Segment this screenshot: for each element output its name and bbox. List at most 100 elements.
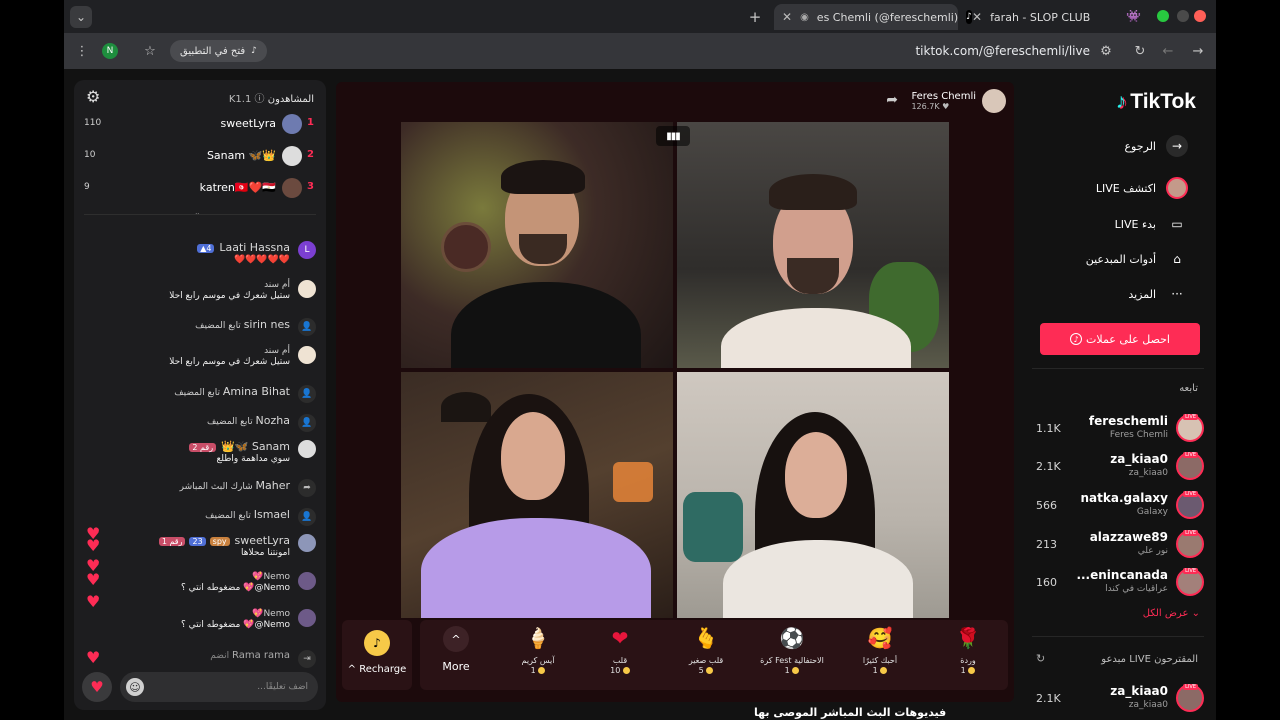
tab-slop-club[interactable]: ✕ farah - SLOP CLUB	[964, 4, 1114, 30]
suggested-account[interactable]: 2.1K za_kiaa0 za_kiaa0 LIVE	[1032, 682, 1204, 716]
like-button[interactable]: ♥	[82, 672, 112, 702]
window-close-button[interactable]	[1194, 10, 1206, 22]
gift-name: كرة Fest الاحتفالية	[760, 656, 824, 665]
settings-gear-icon[interactable]: ⚙	[86, 87, 100, 106]
ranking-row[interactable]: 9 katren🇹🇳❤️🇪🇬 3	[74, 176, 326, 200]
video-tile[interactable]	[677, 372, 949, 618]
following-account[interactable]: 1.1K fereschemli Feres Chemli LIVE	[1032, 412, 1204, 446]
gift-item[interactable]: 🥰 أحبك كثيرًا 1	[848, 624, 912, 686]
coin-icon: ♪	[364, 630, 390, 656]
chat-text: ستيل شعرك في موسم رابع احلا	[169, 357, 290, 367]
user-follow-icon: 👤	[298, 414, 316, 432]
tab-feres-chemli[interactable]: ✕ ◉ es Chemli (@fereschemli) ♪	[774, 4, 972, 30]
gift-price: 10	[610, 666, 621, 675]
video-tile[interactable]	[401, 372, 673, 618]
window-minimize-button[interactable]	[1177, 10, 1189, 22]
nav-more[interactable]: ··· المزيد	[1128, 282, 1188, 306]
get-coins-button[interactable]: ♪ احصل على عملات	[1040, 323, 1200, 355]
tab-search-button[interactable]: ⌄	[70, 6, 92, 28]
open-in-app-label: فتح في التطبيق	[180, 45, 246, 57]
chat-username[interactable]: Sanam 🦋👑	[221, 440, 290, 453]
chat-username[interactable]: Rama rama	[232, 650, 290, 661]
chat-username[interactable]: Laati Hassna	[219, 241, 290, 254]
site-settings-icon[interactable]: ⚙	[1096, 41, 1116, 61]
window-maximize-button[interactable]	[1157, 10, 1169, 22]
expand-chevron-icon[interactable]: ⌄	[194, 208, 201, 217]
nav-start-live[interactable]: ▭ بدء LIVE	[1115, 212, 1188, 236]
chat-message: L Laati Hassna 4▲ ❤️❤️❤️❤️❤️	[78, 241, 316, 265]
tab-bar: ⌄ + ✕ ◉ es Chemli (@fereschemli) ♪ ✕ far…	[64, 0, 1216, 33]
avatar	[298, 440, 316, 458]
ranking-row[interactable]: 110 sweetLyra 1	[74, 112, 326, 136]
tiktok-logo[interactable]: ♪ TikTok	[1116, 90, 1196, 114]
chat-username[interactable]: Maher	[256, 479, 291, 492]
coin-icon	[622, 667, 630, 674]
chat-username[interactable]: Ismael	[254, 508, 290, 521]
video-grid[interactable]	[401, 122, 949, 618]
ranking-row[interactable]: 10 Sanam 🦋👑 2	[74, 144, 326, 168]
chat-username[interactable]: sirin nes	[244, 318, 290, 331]
bookmark-star-icon[interactable]: ☆	[140, 41, 160, 61]
gift-name: وردة	[960, 656, 976, 665]
nav-back[interactable]: → الرجوع	[1124, 134, 1188, 158]
more-gifts-button[interactable]: ^ More	[424, 624, 488, 686]
gift-item[interactable]: 🌹 وردة 1	[936, 624, 1000, 686]
share-icon[interactable]: ➦	[886, 92, 898, 108]
chat-username[interactable]: أم سند	[78, 346, 290, 356]
nav-creator-tools[interactable]: ⌂ أدوات المبدعين	[1086, 247, 1188, 271]
chat-username[interactable]: Nozha	[256, 414, 290, 427]
nav-label: المزيد	[1128, 287, 1156, 301]
info-icon: ⓘ	[254, 94, 265, 105]
nav-label: الرجوع	[1124, 139, 1156, 153]
chat-username[interactable]: sweetLyra	[235, 534, 290, 547]
chat-username[interactable]: Nemo💖	[78, 572, 290, 582]
coin-icon	[968, 667, 976, 674]
following-account[interactable]: 2.1K za_kiaa0 za_kiaa0 LIVE	[1032, 450, 1204, 484]
following-account[interactable]: 213 alazzawe89 نور علي LIVE	[1032, 528, 1204, 562]
divider	[1032, 636, 1204, 637]
close-icon[interactable]: ✕	[972, 10, 982, 24]
chevron-down-icon: ⌄	[1191, 608, 1200, 619]
rank-number: 2	[307, 149, 314, 160]
emoji-icon[interactable]: ☺	[126, 678, 144, 696]
back-icon[interactable]: →	[1188, 41, 1208, 61]
chat-username[interactable]: أم سند	[78, 280, 290, 290]
gift-item[interactable]: ⚽ كرة Fest الاحتفالية 1	[760, 624, 824, 686]
gift-item[interactable]: ❤ قلب 10	[588, 624, 652, 686]
video-tile[interactable]	[677, 122, 949, 368]
comment-input[interactable]	[152, 672, 308, 702]
open-in-app-button[interactable]: فتح في التطبيق ♪	[170, 40, 267, 62]
gift-item[interactable]: 🍦 آيس كريم 1	[506, 624, 570, 686]
chat-text: تابع المضيف	[195, 321, 241, 331]
profile-avatar[interactable]: N	[102, 43, 118, 59]
rank-username: Sanam 🦋👑	[206, 149, 276, 162]
forward-icon[interactable]: ←	[1158, 41, 1178, 61]
following-account[interactable]: 160 ...enincanada عراقيات في كندا LIVE	[1032, 566, 1204, 600]
viewer-count: 2.1K	[1036, 460, 1061, 473]
url-text[interactable]: tiktok.com/@fereschemli/live	[915, 44, 1090, 58]
show-all-link[interactable]: عرض الكل ⌄	[1143, 608, 1200, 619]
host-info[interactable]: Feres Chemli 126.7K ♥	[911, 88, 1006, 114]
viewer-count: 213	[1036, 538, 1057, 551]
recharge-button[interactable]: ♪ ^ Recharge	[342, 620, 412, 690]
gift-name: قلب صغير	[688, 656, 724, 665]
nav-explore-live[interactable]: اكتشف LIVE	[1096, 176, 1188, 200]
close-icon[interactable]: ✕	[782, 10, 792, 24]
gift-bar: ♪ ^ Recharge ^ More 🍦 آيس كريم 1 ❤ قلب 1…	[340, 618, 1010, 694]
chat-username[interactable]: Nemo💖	[78, 609, 290, 619]
audio-bars-icon[interactable]: ▮▮▮	[656, 126, 690, 146]
viewers-button[interactable]: المشاهدون K1.1 ⓘ	[229, 90, 314, 105]
following-account[interactable]: 566 natka.galaxy Galaxy LIVE	[1032, 489, 1204, 523]
extension-icon[interactable]: 👾	[1126, 9, 1141, 23]
gift-item[interactable]: 🫰 قلب صغير 5	[674, 624, 738, 686]
chat-username[interactable]: Amina Bihat	[223, 385, 290, 398]
video-tile[interactable]	[401, 122, 673, 368]
reload-icon[interactable]: ↻	[1130, 41, 1150, 61]
new-tab-button[interactable]: +	[744, 6, 766, 28]
gift-price: 5	[698, 666, 704, 675]
join-icon: ⇥	[298, 650, 316, 668]
menu-kebab-icon[interactable]: ⋮	[72, 41, 92, 61]
refresh-icon[interactable]: ↻	[1036, 652, 1045, 665]
live-badge: LIVE	[1183, 568, 1198, 574]
chat-message: Nemo💖 Nemo@💖 مضغوطه انتي ؟	[78, 609, 316, 630]
